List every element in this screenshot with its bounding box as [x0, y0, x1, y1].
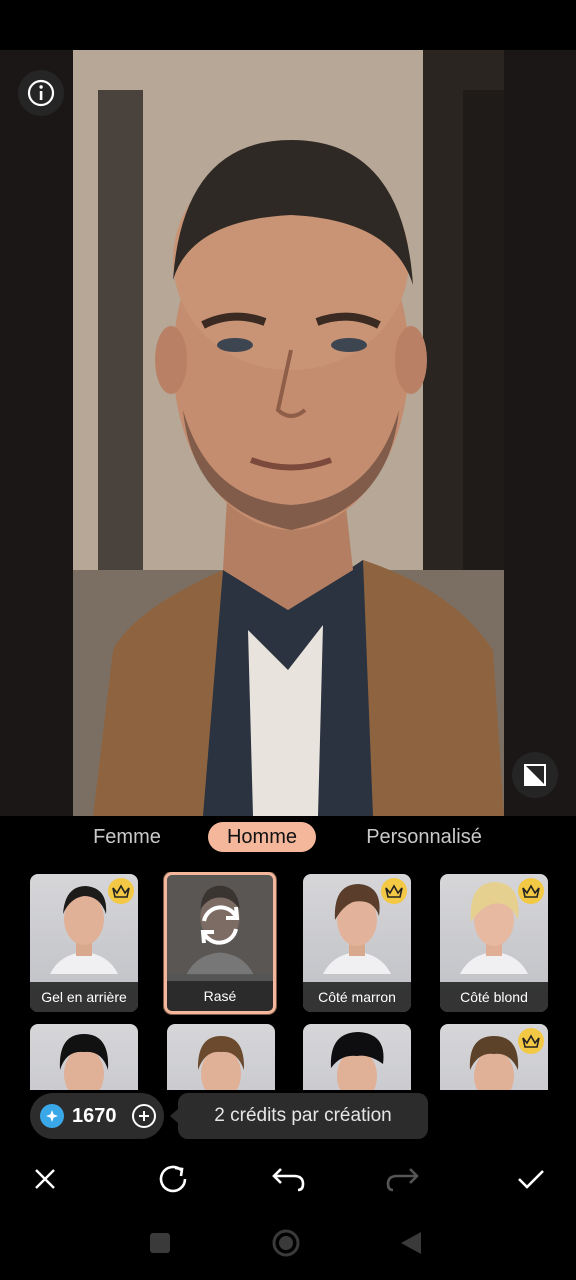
refresh-icon: [167, 875, 273, 975]
refresh-icon: [159, 1165, 187, 1193]
status-bar: [0, 0, 576, 50]
style-thumbnail: [197, 1036, 245, 1090]
home-button[interactable]: [271, 1228, 301, 1258]
style-label: Rasé: [167, 981, 273, 1011]
redo-button[interactable]: [380, 1156, 426, 1202]
style-card-rase[interactable]: Rasé: [164, 872, 276, 1014]
info-button[interactable]: [18, 70, 64, 116]
system-navbar: [0, 1208, 576, 1280]
style-label: Côté blond: [440, 982, 548, 1012]
style-card-cote-blond[interactable]: Côté blond: [440, 874, 548, 1012]
crown-icon: [381, 878, 407, 904]
credits-hint: 2 crédits par création: [170, 1093, 428, 1139]
credits-count: 1670: [72, 1104, 117, 1127]
style-card-row2-3[interactable]: [303, 1024, 411, 1090]
gem-icon: [40, 1104, 64, 1128]
credits-pill[interactable]: 1670: [30, 1093, 164, 1139]
tab-homme[interactable]: Homme: [208, 822, 316, 852]
close-icon: [35, 1169, 55, 1189]
style-card-row2-2[interactable]: [167, 1024, 275, 1090]
style-label: Gel en arrière: [30, 982, 138, 1012]
compare-icon: [524, 764, 546, 786]
recents-button[interactable]: [145, 1228, 175, 1258]
info-icon: [27, 79, 55, 107]
close-button[interactable]: [22, 1156, 68, 1202]
crown-icon: [518, 878, 544, 904]
square-icon: [150, 1233, 170, 1253]
circle-icon: [272, 1229, 300, 1257]
tab-femme[interactable]: Femme: [82, 822, 172, 852]
check-icon: [518, 1170, 544, 1189]
portrait-photo: [73, 50, 504, 816]
crown-icon: [108, 878, 134, 904]
hairstyle-grid: Gel en arrière Rasé Côté marron Côté blo…: [0, 872, 576, 1090]
style-card-row2-4[interactable]: [440, 1024, 548, 1090]
category-tabs: Femme Homme Personnalisé: [0, 816, 576, 858]
style-thumbnail: [59, 1034, 109, 1090]
style-label: Côté marron: [303, 982, 411, 1012]
regenerate-button[interactable]: [150, 1156, 196, 1202]
photo-area: [0, 50, 576, 816]
undo-button[interactable]: [265, 1156, 311, 1202]
tab-personnalise[interactable]: Personnalisé: [352, 822, 496, 852]
crown-icon: [518, 1028, 544, 1054]
add-credits-button[interactable]: [132, 1104, 156, 1128]
redo-icon: [386, 1168, 419, 1192]
confirm-button[interactable]: [508, 1156, 554, 1202]
credits-row: 1670 2 crédits par création: [0, 1092, 576, 1142]
triangle-back-icon: [401, 1232, 421, 1254]
bottom-toolbar: [0, 1156, 576, 1202]
plus-circle-icon: [139, 1111, 149, 1121]
style-card-gel-en-arriere[interactable]: Gel en arrière: [30, 874, 138, 1012]
undo-icon: [272, 1168, 305, 1192]
style-card-cote-marron[interactable]: Côté marron: [303, 874, 411, 1012]
style-thumbnail: [330, 1032, 384, 1090]
back-button[interactable]: [396, 1228, 426, 1258]
style-card-row2-1[interactable]: [30, 1024, 138, 1090]
compare-button[interactable]: [512, 752, 558, 798]
